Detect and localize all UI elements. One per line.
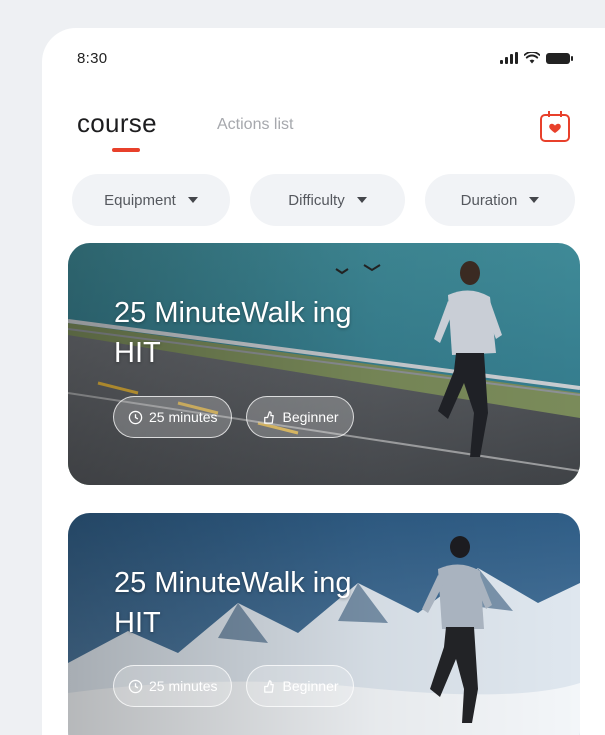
tab-actions-list[interactable]: Actions list: [217, 116, 293, 134]
active-tab-indicator: [112, 148, 140, 152]
filter-label: Difficulty: [288, 191, 345, 209]
wifi-icon: [524, 52, 540, 64]
clock-icon: [128, 679, 143, 693]
course-title: 25 MinuteWalk ing HIT: [114, 567, 352, 639]
filter-label: Duration: [460, 191, 518, 209]
filter-bar: Equipment Difficulty Duration: [72, 174, 575, 226]
signal-icon: [500, 52, 518, 64]
level-icon: [264, 410, 275, 424]
chevron-down-icon: [187, 197, 198, 203]
level-label: Beginner: [282, 678, 339, 694]
clock-icon: [128, 410, 143, 424]
calendar-icon[interactable]: [540, 111, 570, 142]
duration-label: 25 minutes: [149, 678, 218, 694]
duration-tag: 25 minutes: [113, 665, 233, 707]
filter-equipment[interactable]: Equipment: [72, 174, 230, 226]
phone-screen: 8:30 course Actions list Equipment Diffi…: [42, 28, 605, 735]
chevron-down-icon: [356, 197, 367, 203]
status-icons: [500, 52, 573, 64]
filter-label: Equipment: [104, 191, 176, 209]
course-card[interactable]: 25 MinuteWalk ing HIT 25 minutes Beginne…: [68, 513, 580, 735]
level-tag: Beginner: [246, 665, 354, 707]
duration-tag: 25 minutes: [113, 396, 233, 438]
tab-course[interactable]: course: [77, 108, 157, 139]
filter-duration[interactable]: Duration: [425, 174, 575, 226]
level-label: Beginner: [282, 409, 339, 425]
battery-icon: [546, 53, 573, 64]
status-time: 8:30: [77, 50, 108, 67]
chevron-down-icon: [529, 197, 540, 203]
level-icon: [264, 679, 275, 693]
tab-bar: course Actions list: [77, 108, 570, 158]
status-bar: 8:30: [77, 50, 573, 70]
filter-difficulty[interactable]: Difficulty: [250, 174, 405, 226]
course-tags: 25 minutes Beginner: [113, 396, 354, 438]
course-card[interactable]: 25 MinuteWalk ing HIT 25 minutes Beginne…: [68, 243, 580, 485]
course-title: 25 MinuteWalk ing HIT: [114, 297, 352, 369]
duration-label: 25 minutes: [149, 409, 218, 425]
level-tag: Beginner: [246, 396, 354, 438]
course-tags: 25 minutes Beginner: [113, 665, 354, 707]
